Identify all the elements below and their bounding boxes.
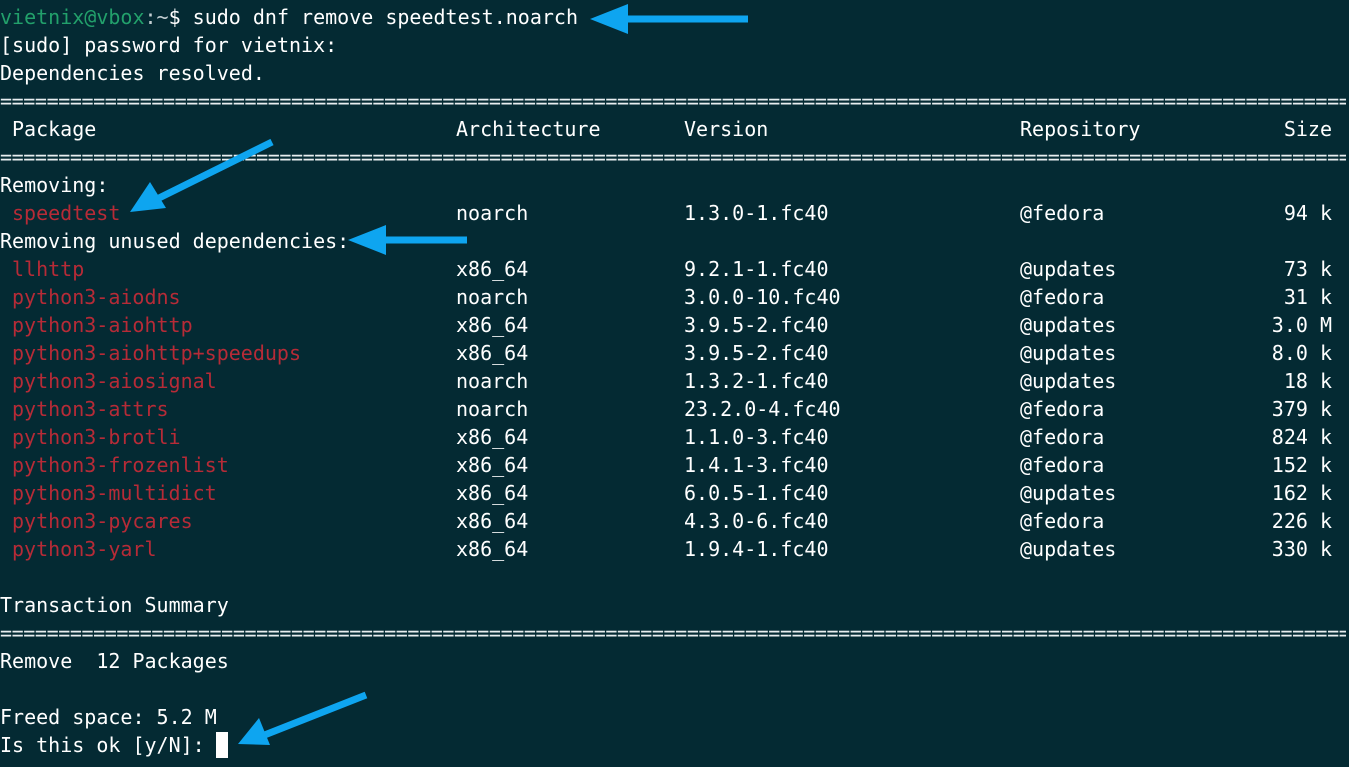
package-arch: noarch [456,397,529,421]
remove-count-line: Remove 12 Packages [0,649,229,673]
package-version: 1.1.0-3.fc40 [684,425,829,449]
package-size: 3.0 M [1271,313,1332,337]
header-size: Size [1283,117,1332,141]
package-arch: x86_64 [456,313,529,337]
package-repository: @fedora [1020,425,1105,449]
package-repository: @fedora [1020,509,1105,533]
package-size: 94 k [1283,201,1332,225]
package-version: 3.9.5-2.fc40 [684,341,829,365]
package-arch: x86_64 [456,481,529,505]
arrow-icon [590,4,748,34]
package-size: 379 k [1271,397,1332,421]
arrow-icon [238,691,368,745]
package-name: python3-aiohttp+speedups [12,341,301,365]
header-architecture: Architecture [456,117,601,141]
package-version: 1.4.1-3.fc40 [684,453,829,477]
package-arch: noarch [456,369,529,393]
prompt-path: ~ [156,5,169,29]
package-repository: @updates [1020,341,1117,365]
removing-label: Removing: [0,173,109,197]
package-arch: x86_64 [456,537,529,561]
package-name: python3-aiohttp [12,313,193,337]
separator-rule: ========================================… [0,145,1346,169]
prompt-symbol: $ [168,5,181,29]
package-version: 1.9.4-1.fc40 [684,537,829,561]
package-arch: x86_64 [456,257,529,281]
package-size: 31 k [1283,285,1332,309]
package-name: python3-aiodns [12,285,181,309]
sudo-password-prompt: [sudo] password for vietnix: [0,33,338,57]
package-size: 152 k [1271,453,1332,477]
package-size: 8.0 k [1271,341,1332,365]
transaction-summary-title: Transaction Summary [0,593,229,617]
package-name: python3-brotli [12,425,181,449]
package-arch: noarch [456,285,529,309]
package-repository: @updates [1020,537,1117,561]
package-size: 330 k [1271,537,1332,561]
unused-dependencies-label: Removing unused dependencies: [0,229,350,253]
package-size: 162 k [1271,481,1332,505]
package-name: python3-pycares [12,509,193,533]
package-version: 6.0.5-1.fc40 [684,481,829,505]
package-name: python3-attrs [12,397,169,421]
header-package: Package [12,117,97,141]
package-size: 18 k [1283,369,1332,393]
package-repository: @fedora [1020,285,1105,309]
package-arch: x86_64 [456,453,529,477]
package-repository: @updates [1020,481,1117,505]
package-repository: @updates [1020,369,1117,393]
prompt-user-host: vietnix@vbox [0,5,145,29]
separator-rule: ========================================… [0,89,1346,113]
package-size: 226 k [1271,509,1332,533]
command-text: sudo dnf remove speedtest.noarch [180,5,578,29]
package-version: 1.3.2-1.fc40 [684,369,829,393]
freed-space-line: Freed space: 5.2 M [0,705,217,729]
dependencies-resolved-line: Dependencies resolved. [0,61,265,85]
package-repository: @updates [1020,257,1117,281]
package-version: 23.2.0-4.fc40 [684,397,841,421]
package-repository: @fedora [1020,201,1105,225]
text-cursor[interactable] [216,732,228,758]
header-repository: Repository [1020,117,1141,141]
command-line: vietnix@vbox:~$ sudo dnf remove speedtes… [0,3,578,31]
package-name: llhttp [12,257,85,281]
package-arch: noarch [456,201,529,225]
package-name: python3-aiosignal [12,369,217,393]
separator-rule: ========================================… [0,621,1346,645]
package-version: 4.3.0-6.fc40 [684,509,829,533]
terminal-window[interactable]: vietnix@vbox:~$ sudo dnf remove speedtes… [0,0,1349,767]
package-arch: x86_64 [456,341,529,365]
package-name: python3-frozenlist [12,453,229,477]
package-name: python3-multidict [12,481,217,505]
package-arch: x86_64 [456,509,529,533]
package-version: 1.3.0-1.fc40 [684,201,829,225]
header-version: Version [684,117,769,141]
package-repository: @fedora [1020,397,1105,421]
package-arch: x86_64 [456,425,529,449]
confirm-prompt-text: Is this ok [y/N]: [0,733,217,757]
package-size: 73 k [1283,257,1332,281]
package-version: 3.9.5-2.fc40 [684,313,829,337]
package-version: 3.0.0-10.fc40 [684,285,841,309]
package-repository: @fedora [1020,453,1105,477]
prompt-colon: : [144,5,157,29]
package-size: 824 k [1271,425,1332,449]
confirm-prompt[interactable]: Is this ok [y/N]: [0,731,217,759]
package-name: speedtest [12,201,121,225]
package-repository: @updates [1020,313,1117,337]
arrow-icon [348,225,467,255]
package-name: python3-yarl [12,537,157,561]
package-version: 9.2.1-1.fc40 [684,257,829,281]
